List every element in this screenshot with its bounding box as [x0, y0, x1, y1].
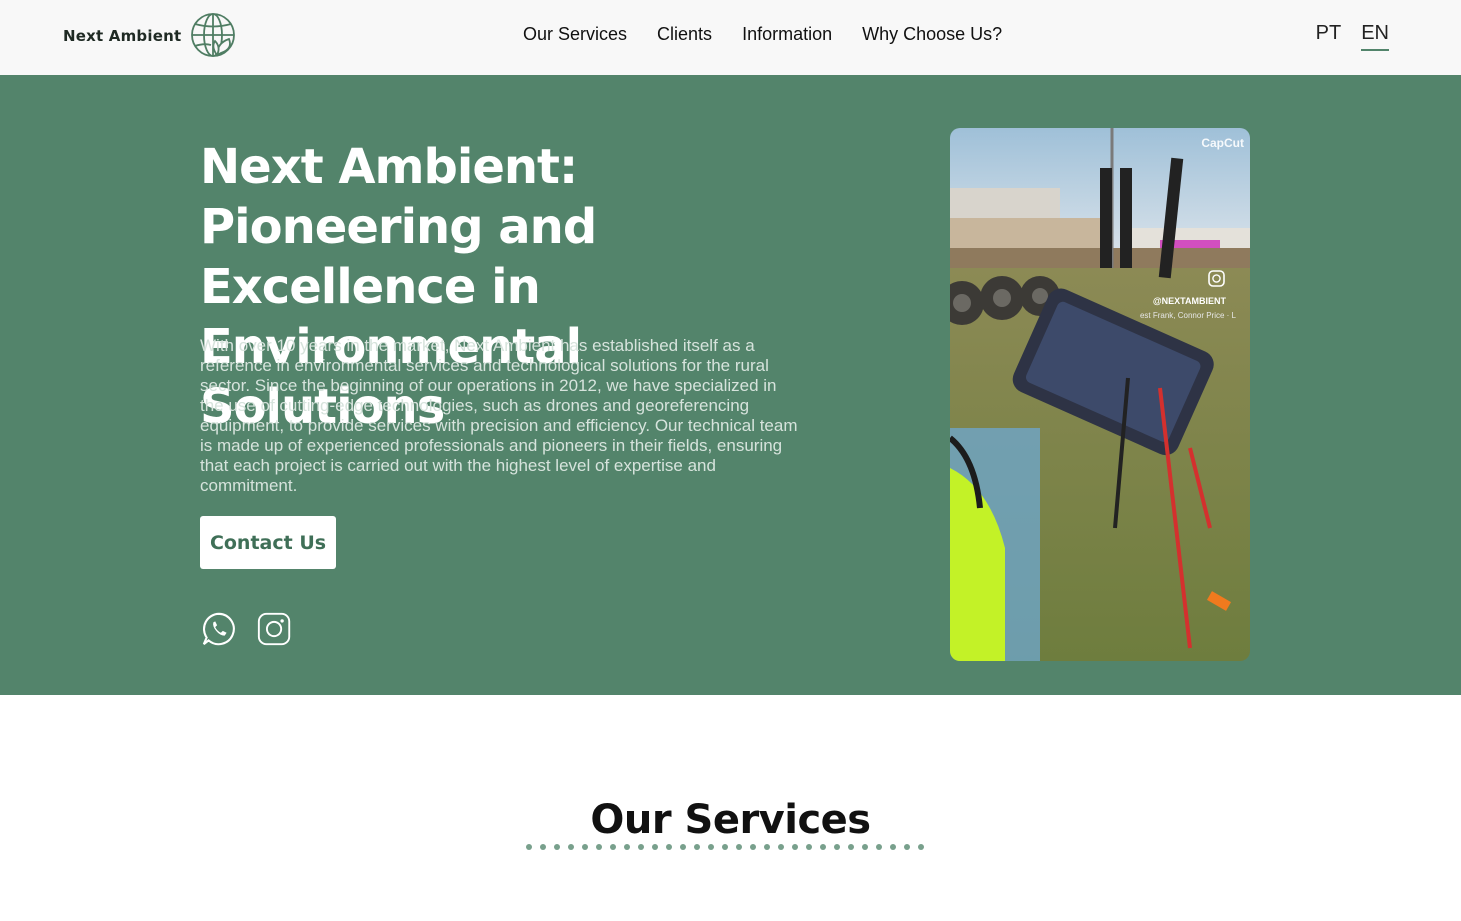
- video-handle: @NEXTAMBIENT: [1152, 296, 1226, 306]
- divider-dot: [834, 844, 840, 850]
- hero-section: Next Ambient: Pioneering and Excellence …: [0, 75, 1461, 695]
- capcut-watermark: CapCut: [1201, 136, 1244, 150]
- hero-description: With over 10 years in the market, Next A…: [200, 336, 798, 495]
- instagram-icon[interactable]: [256, 609, 294, 649]
- contact-us-button[interactable]: Contact Us: [200, 516, 336, 569]
- nav-our-services[interactable]: Our Services: [523, 24, 627, 45]
- divider-dot: [652, 844, 658, 850]
- divider-dot: [750, 844, 756, 850]
- divider-dot: [722, 844, 728, 850]
- divider-dot: [918, 844, 924, 850]
- services-heading: Our Services: [590, 797, 871, 843]
- divider-dot: [694, 844, 700, 850]
- hero-video[interactable]: CapCut @NEXTAMBIENT est Frank, Connor Pr…: [950, 128, 1250, 661]
- divider-dot: [582, 844, 588, 850]
- language-switcher: PT EN: [1316, 22, 1389, 51]
- divider-dot: [736, 844, 742, 850]
- divider-dot: [862, 844, 868, 850]
- whatsapp-icon[interactable]: [200, 609, 238, 649]
- divider-dot: [666, 844, 672, 850]
- services-dots-divider: [526, 844, 924, 850]
- divider-dot: [596, 844, 602, 850]
- lang-en[interactable]: EN: [1361, 22, 1389, 51]
- divider-dot: [554, 844, 560, 850]
- main-nav: Our Services Clients Information Why Cho…: [523, 24, 1002, 45]
- divider-dot: [568, 844, 574, 850]
- divider-dot: [904, 844, 910, 850]
- divider-dot: [806, 844, 812, 850]
- divider-dot: [890, 844, 896, 850]
- video-music-caption: est Frank, Connor Price · L: [1139, 311, 1236, 320]
- divider-dot: [792, 844, 798, 850]
- nav-clients[interactable]: Clients: [657, 24, 712, 45]
- lang-pt[interactable]: PT: [1316, 22, 1342, 51]
- nav-information[interactable]: Information: [742, 24, 832, 45]
- divider-dot: [526, 844, 532, 850]
- divider-dot: [680, 844, 686, 850]
- divider-dot: [778, 844, 784, 850]
- site-header: Next Ambient Our Services Clients Inform…: [0, 0, 1461, 75]
- divider-dot: [540, 844, 546, 850]
- divider-dot: [848, 844, 854, 850]
- divider-dot: [610, 844, 616, 850]
- video-frame: [950, 128, 1250, 661]
- brand-logo[interactable]: Next Ambient: [63, 10, 239, 62]
- divider-dot: [708, 844, 714, 850]
- divider-dot: [764, 844, 770, 850]
- globe-leaf-icon: [191, 13, 236, 57]
- nav-why-choose-us[interactable]: Why Choose Us?: [862, 24, 1002, 45]
- social-links: [200, 609, 294, 649]
- brand-name: Next Ambient: [63, 27, 182, 45]
- divider-dot: [820, 844, 826, 850]
- divider-dot: [638, 844, 644, 850]
- divider-dot: [624, 844, 630, 850]
- divider-dot: [876, 844, 882, 850]
